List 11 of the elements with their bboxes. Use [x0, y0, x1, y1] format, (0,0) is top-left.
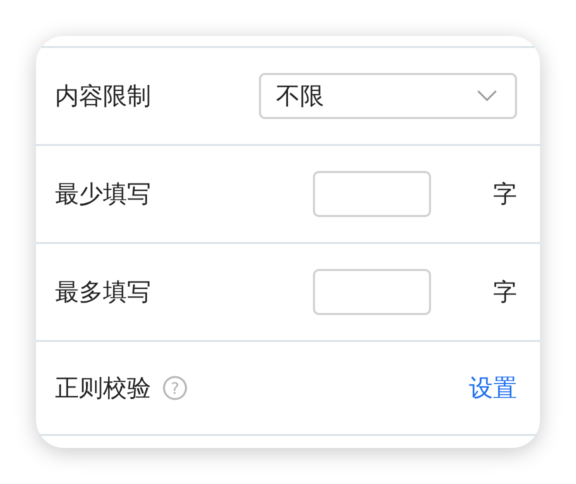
unit-label: 字 [493, 277, 517, 308]
unit-label: 字 [493, 179, 517, 210]
dropdown[interactable]: 不限 [259, 73, 517, 119]
chevron-down-icon [477, 90, 497, 102]
field-label: 正则校验 [55, 373, 151, 404]
settings-link[interactable]: 设置 [469, 372, 517, 404]
field-label: 最多填写 [55, 277, 151, 308]
field-label: 内容限制 [55, 81, 151, 112]
field-label: 最少填写 [55, 179, 151, 210]
input-field[interactable] [313, 269, 431, 315]
input-field[interactable] [313, 171, 431, 217]
